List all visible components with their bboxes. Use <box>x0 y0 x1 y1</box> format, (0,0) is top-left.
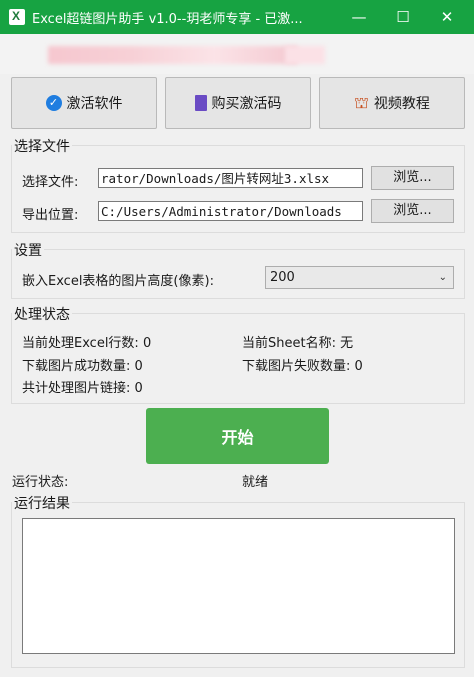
browse-file-button[interactable]: 浏览... <box>371 166 454 190</box>
title-bar: Excel超链图片助手 v1.0--玥老师专享 - 已激... — ☐ ✕ <box>0 0 474 34</box>
check-circle-icon: ✓ <box>45 95 62 111</box>
blurred-text-2 <box>285 46 325 64</box>
select-file-input[interactable]: rator/Downloads/图片转网址3.xlsx <box>98 168 363 188</box>
activate-software-button[interactable]: ✓ 激活软件 <box>11 77 157 129</box>
download-success-status: 下载图片成功数量: 0 <box>22 359 143 374</box>
chevron-down-icon: ⌄ <box>438 272 447 283</box>
excel-rows-status: 当前处理Excel行数: 0 <box>22 336 152 351</box>
video-label: 视频教程 <box>373 96 430 112</box>
video-icon: ⛫ <box>354 92 369 112</box>
export-label: 导出位置: <box>22 208 79 223</box>
export-path-input[interactable]: C:/Users/Administrator/Downloads <box>98 201 363 221</box>
video-tutorial-button[interactable]: ⛫ 视频教程 <box>319 77 465 129</box>
buy-code-button[interactable]: 购买激活码 <box>165 77 311 129</box>
sheet-name-status: 当前Sheet名称: 无 <box>242 336 354 351</box>
buy-label: 购买激活码 <box>211 96 282 112</box>
total-links-status: 共计处理图片链接: 0 <box>22 381 143 396</box>
activate-label: 激活软件 <box>66 96 123 112</box>
blurred-text <box>48 46 298 64</box>
download-fail-status: 下载图片失败数量: 0 <box>242 359 363 374</box>
start-button[interactable]: 开始 <box>146 408 329 464</box>
run-status-value: 就绪 <box>242 475 269 490</box>
document-icon <box>194 95 207 111</box>
minimize-button[interactable]: — <box>336 0 382 34</box>
close-button[interactable]: ✕ <box>424 0 470 34</box>
excel-app-icon <box>9 9 25 25</box>
maximize-button[interactable]: ☐ <box>380 0 426 34</box>
settings-group-title: 设置 <box>12 240 44 260</box>
status-group-title: 处理状态 <box>12 304 72 324</box>
height-value: 200 <box>270 270 295 285</box>
select-file-label: 选择文件: <box>22 175 79 190</box>
height-select[interactable]: 200 ⌄ <box>265 266 454 289</box>
results-textarea[interactable] <box>22 518 455 654</box>
height-label: 嵌入Excel表格的图片高度(像素): <box>22 274 214 289</box>
browse-export-button[interactable]: 浏览... <box>371 199 454 223</box>
results-group-title: 运行结果 <box>12 493 72 513</box>
run-status-label: 运行状态: <box>12 475 69 490</box>
file-group-title: 选择文件 <box>12 136 72 156</box>
window-title: Excel超链图片助手 v1.0--玥老师专享 - 已激... <box>32 12 303 27</box>
